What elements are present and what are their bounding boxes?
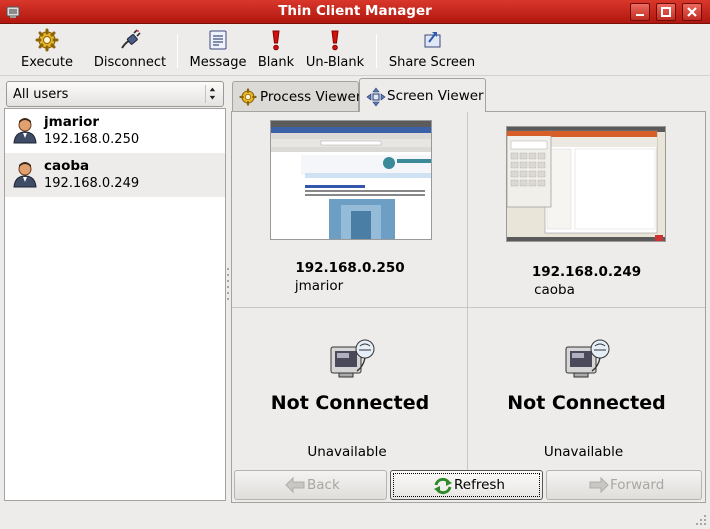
- disconnect-label: Disconnect: [93, 55, 167, 70]
- unblank-label: Un-Blank: [305, 55, 365, 70]
- move-arrows-icon: [366, 87, 386, 107]
- screen-cell: Not Connected Unavailable: [232, 392, 468, 460]
- connection-status: Not Connected: [507, 392, 666, 414]
- blank-button[interactable]: Blank: [255, 28, 297, 74]
- user-row[interactable]: jmarior 192.168.0.250: [5, 109, 225, 153]
- forward-button[interactable]: Forward: [546, 470, 702, 500]
- tab-screen-viewer[interactable]: Screen Viewer: [359, 78, 486, 112]
- maximize-button[interactable]: [656, 3, 676, 21]
- tab-label: Process Viewer: [260, 89, 362, 105]
- disconnected-monitor-icon: [565, 339, 610, 378]
- title-bar[interactable]: Thin Client Manager: [0, 0, 710, 24]
- disconnect-button[interactable]: Disconnect: [92, 28, 168, 74]
- screen-thumbnail[interactable]: [506, 126, 666, 242]
- resize-grip-icon[interactable]: [695, 514, 707, 526]
- remote-desktop-preview: [507, 127, 665, 241]
- connection-status: Not Connected: [270, 392, 430, 414]
- grid-divider: [232, 307, 705, 308]
- screen-ip: 192.168.0.249: [531, 264, 642, 280]
- back-label: Back: [307, 477, 340, 493]
- screen-ip: 192.168.0.250: [295, 260, 405, 276]
- share-screen-button[interactable]: Share Screen: [386, 28, 478, 74]
- refresh-icon: [434, 477, 452, 495]
- execute-button[interactable]: Execute: [14, 28, 80, 74]
- screen-detail: Unavailable: [307, 444, 387, 460]
- exclamation-icon: [272, 30, 280, 51]
- arrow-left-icon: [285, 477, 305, 493]
- forward-label: Forward: [610, 477, 665, 493]
- screen-viewer-panel: 192.168.0.250 jmarior 192.168.0.249 caob…: [231, 111, 706, 503]
- user-avatar-icon: [13, 162, 37, 188]
- user-filter-value: All users: [13, 87, 69, 102]
- tab-process-viewer[interactable]: Process Viewer: [232, 81, 362, 111]
- dropdown-updown-icon: [205, 85, 216, 103]
- refresh-button[interactable]: Refresh: [390, 470, 543, 500]
- disconnect-plug-icon: [121, 29, 141, 49]
- remote-desktop-preview: [271, 121, 431, 239]
- message-note-icon: [209, 30, 227, 50]
- tab-label: Screen Viewer: [387, 88, 484, 104]
- user-ip: 192.168.0.250: [44, 132, 140, 147]
- user-name: caoba: [44, 158, 90, 174]
- toolbar: Execute Disconnect Message Blank Un-Blan: [0, 24, 710, 76]
- user-row[interactable]: caoba 192.168.0.249: [5, 153, 225, 197]
- minimize-button[interactable]: [630, 3, 650, 21]
- user-filter-dropdown[interactable]: All users: [6, 81, 224, 107]
- user-list: jmarior 192.168.0.250 caoba 192.168.0.24…: [4, 108, 226, 501]
- user-avatar-icon: [13, 118, 37, 144]
- gear-icon: [35, 28, 59, 52]
- disconnected-monitor-icon: [330, 339, 375, 378]
- screen-detail: Unavailable: [543, 444, 624, 460]
- maximize-icon: [661, 7, 671, 17]
- exclamation-icon: [331, 30, 339, 51]
- back-button[interactable]: Back: [234, 470, 387, 500]
- message-button[interactable]: Message: [186, 28, 250, 74]
- screen-cell: Not Connected Unavailable: [468, 392, 705, 460]
- share-screen-icon: [424, 32, 441, 48]
- refresh-label: Refresh: [454, 477, 505, 493]
- screen-user: caoba: [534, 282, 575, 298]
- message-label: Message: [189, 55, 247, 70]
- toolbar-separator: [177, 34, 178, 68]
- screen-thumbnail[interactable]: [270, 120, 432, 240]
- user-name: jmarior: [44, 114, 100, 130]
- unblank-button[interactable]: Un-Blank: [303, 28, 367, 74]
- minimize-icon: [636, 14, 644, 16]
- arrow-right-icon: [589, 477, 609, 493]
- blank-label: Blank: [257, 55, 295, 70]
- window-title: Thin Client Manager: [278, 3, 432, 19]
- user-ip: 192.168.0.249: [44, 176, 140, 191]
- close-icon: [687, 7, 697, 17]
- share-screen-label: Share Screen: [388, 55, 476, 70]
- close-button[interactable]: [682, 3, 702, 21]
- gear-icon: [239, 88, 257, 106]
- screen-cell: 192.168.0.249 caoba: [468, 264, 705, 298]
- status-bar: [0, 506, 710, 529]
- execute-label: Execute: [21, 55, 73, 70]
- toolbar-separator: [376, 34, 377, 68]
